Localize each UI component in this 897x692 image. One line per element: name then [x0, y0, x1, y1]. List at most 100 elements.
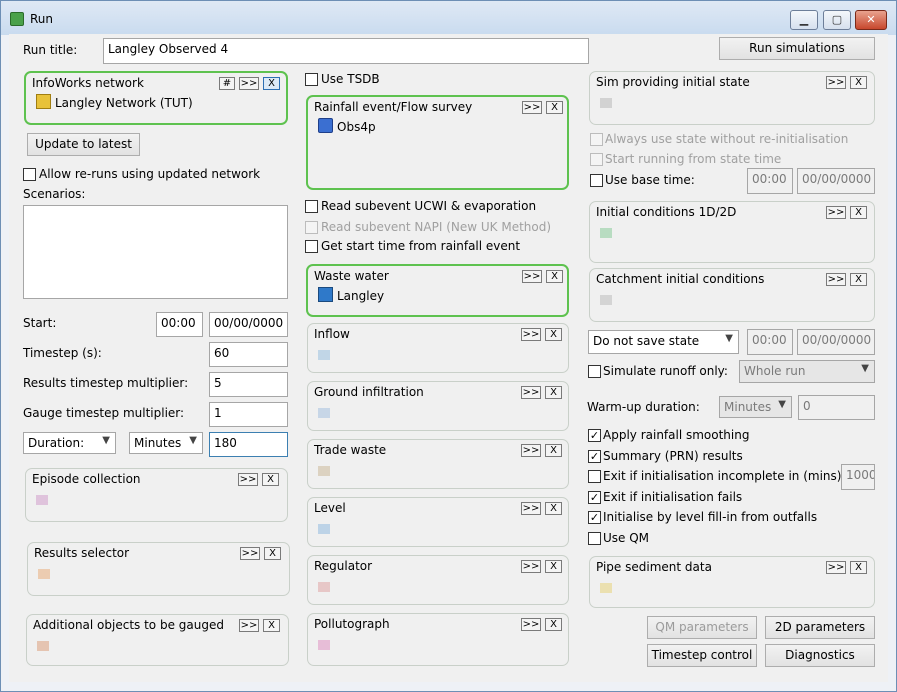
duration-input[interactable]: 180	[209, 432, 288, 457]
use-tsdb-checkbox[interactable]	[305, 73, 318, 86]
clear-button[interactable]: X	[850, 273, 867, 286]
save-time-input[interactable]: 00:00	[747, 329, 793, 355]
clear-button[interactable]: X	[546, 101, 563, 114]
qm-parameters-button[interactable]: QM parameters	[647, 616, 757, 639]
additional-objects-panel[interactable]: Additional objects to be gauged >> X	[26, 614, 289, 666]
update-to-latest-button[interactable]: Update to latest	[27, 133, 140, 156]
clear-button[interactable]: X	[262, 473, 279, 486]
start-from-state-checkbox[interactable]	[590, 153, 603, 166]
timestep-input[interactable]: 60	[209, 342, 288, 367]
use-qm-checkbox[interactable]	[588, 532, 601, 545]
save-state-select[interactable]: Do not save state ▼	[588, 330, 739, 354]
duration-type-select[interactable]: Duration: ▼	[23, 432, 116, 454]
exit-incomplete-checkbox[interactable]	[588, 470, 601, 483]
warmup-input[interactable]: 0	[798, 395, 875, 420]
browse-button[interactable]: >>	[826, 273, 846, 286]
clear-button[interactable]: X	[545, 618, 562, 631]
initialise-level-checkbox[interactable]: ✓	[588, 511, 601, 524]
infoworks-network-panel[interactable]: InfoWorks network # >> X Langley Network…	[24, 71, 288, 125]
hash-button[interactable]: #	[219, 77, 235, 90]
start-time-input[interactable]: 00:00	[156, 312, 203, 337]
browse-button[interactable]: >>	[826, 206, 846, 219]
rainfall-event-title: Rainfall event/Flow survey	[314, 100, 473, 114]
catchment-initial-panel[interactable]: Catchment initial conditions >> X	[589, 268, 875, 322]
summary-results-checkbox[interactable]: ✓	[588, 450, 601, 463]
clear-button[interactable]: X	[545, 444, 562, 457]
always-use-state-checkbox[interactable]	[590, 133, 603, 146]
apply-rainfall-smoothing-checkbox[interactable]: ✓	[588, 429, 601, 442]
browse-button[interactable]: >>	[826, 561, 846, 574]
allow-reruns-checkbox[interactable]	[23, 168, 36, 181]
pipe-sediment-panel[interactable]: Pipe sediment data >> X	[589, 556, 875, 608]
get-start-time-checkbox[interactable]	[305, 240, 318, 253]
minimize-button[interactable]: ▁	[790, 10, 818, 30]
browse-button[interactable]: >>	[521, 444, 541, 457]
browse-button[interactable]: >>	[238, 473, 258, 486]
2d-parameters-button[interactable]: 2D parameters	[765, 616, 875, 639]
browse-button[interactable]: >>	[239, 77, 259, 90]
browse-button[interactable]: >>	[522, 270, 542, 283]
apply-rainfall-smoothing-label: Apply rainfall smoothing	[603, 428, 750, 442]
run-simulations-button[interactable]: Run simulations	[719, 37, 875, 60]
rainfall-item[interactable]: Obs4p	[318, 118, 376, 134]
clear-button[interactable]: X	[545, 386, 562, 399]
sim-initial-state-panel[interactable]: Sim providing initial state >> X	[589, 71, 875, 125]
browse-button[interactable]: >>	[521, 618, 541, 631]
timestep-control-button[interactable]: Timestep control	[647, 644, 757, 667]
catchment-icon	[600, 295, 612, 305]
use-tsdb-label: Use TSDB	[321, 72, 380, 86]
level-panel[interactable]: Level >> X	[307, 497, 569, 547]
regulator-panel[interactable]: Regulator >> X	[307, 555, 569, 605]
inflow-title: Inflow	[314, 327, 350, 341]
waste-water-item[interactable]: Langley	[318, 287, 384, 303]
base-time-input[interactable]: 00:00	[747, 168, 793, 194]
clear-button[interactable]: X	[850, 561, 867, 574]
inflow-panel[interactable]: Inflow >> X	[307, 323, 569, 373]
close-button[interactable]: ✕	[855, 10, 887, 30]
results-multiplier-input[interactable]: 5	[209, 372, 288, 397]
initial-conditions-panel[interactable]: Initial conditions 1D/2D >> X	[589, 201, 875, 263]
warmup-units-select[interactable]: Minutes ▼	[719, 396, 792, 418]
diagnostics-button[interactable]: Diagnostics	[765, 644, 875, 667]
save-date-input[interactable]: 00/00/0000	[797, 329, 875, 355]
runoff-select[interactable]: Whole run ▼	[739, 360, 875, 383]
start-date-input[interactable]: 00/00/0000	[209, 312, 288, 337]
use-base-time-checkbox[interactable]	[590, 174, 603, 187]
read-ucwi-checkbox[interactable]	[305, 200, 318, 213]
rainfall-event-panel[interactable]: Rainfall event/Flow survey >> X Obs4p	[306, 95, 569, 190]
duration-units-select[interactable]: Minutes ▼	[129, 432, 203, 454]
clear-button[interactable]: X	[263, 619, 280, 632]
browse-button[interactable]: >>	[522, 101, 542, 114]
browse-button[interactable]: >>	[240, 547, 260, 560]
clear-button[interactable]: X	[545, 560, 562, 573]
browse-button[interactable]: >>	[521, 328, 541, 341]
exit-fails-checkbox[interactable]: ✓	[588, 491, 601, 504]
clear-button[interactable]: X	[545, 502, 562, 515]
clear-button[interactable]: X	[546, 270, 563, 283]
exit-incomplete-input[interactable]: 10000	[841, 464, 875, 490]
clear-button[interactable]: X	[264, 547, 281, 560]
trade-waste-panel[interactable]: Trade waste >> X	[307, 439, 569, 489]
simulate-runoff-checkbox[interactable]	[588, 365, 601, 378]
browse-button[interactable]: >>	[521, 502, 541, 515]
results-selector-panel[interactable]: Results selector >> X	[27, 542, 290, 596]
browse-button[interactable]: >>	[239, 619, 259, 632]
browse-button[interactable]: >>	[521, 386, 541, 399]
gauge-multiplier-input[interactable]: 1	[209, 402, 288, 427]
scenarios-list[interactable]	[23, 205, 288, 299]
network-item[interactable]: Langley Network (TUT)	[36, 94, 193, 110]
browse-button[interactable]: >>	[826, 76, 846, 89]
base-date-input[interactable]: 00/00/0000	[797, 168, 875, 194]
waste-water-panel[interactable]: Waste water >> X Langley	[306, 264, 569, 317]
clear-button[interactable]: X	[545, 328, 562, 341]
clear-button[interactable]: X	[263, 77, 280, 90]
read-napi-checkbox[interactable]	[305, 221, 318, 234]
clear-button[interactable]: X	[850, 206, 867, 219]
episode-collection-panel[interactable]: Episode collection >> X	[25, 468, 288, 522]
clear-button[interactable]: X	[850, 76, 867, 89]
run-title-input[interactable]: Langley Observed 4	[103, 38, 589, 64]
browse-button[interactable]: >>	[521, 560, 541, 573]
pollutograph-panel[interactable]: Pollutograph >> X	[307, 613, 569, 666]
ground-infiltration-panel[interactable]: Ground infiltration >> X	[307, 381, 569, 431]
maximize-button[interactable]: ▢	[823, 10, 851, 30]
